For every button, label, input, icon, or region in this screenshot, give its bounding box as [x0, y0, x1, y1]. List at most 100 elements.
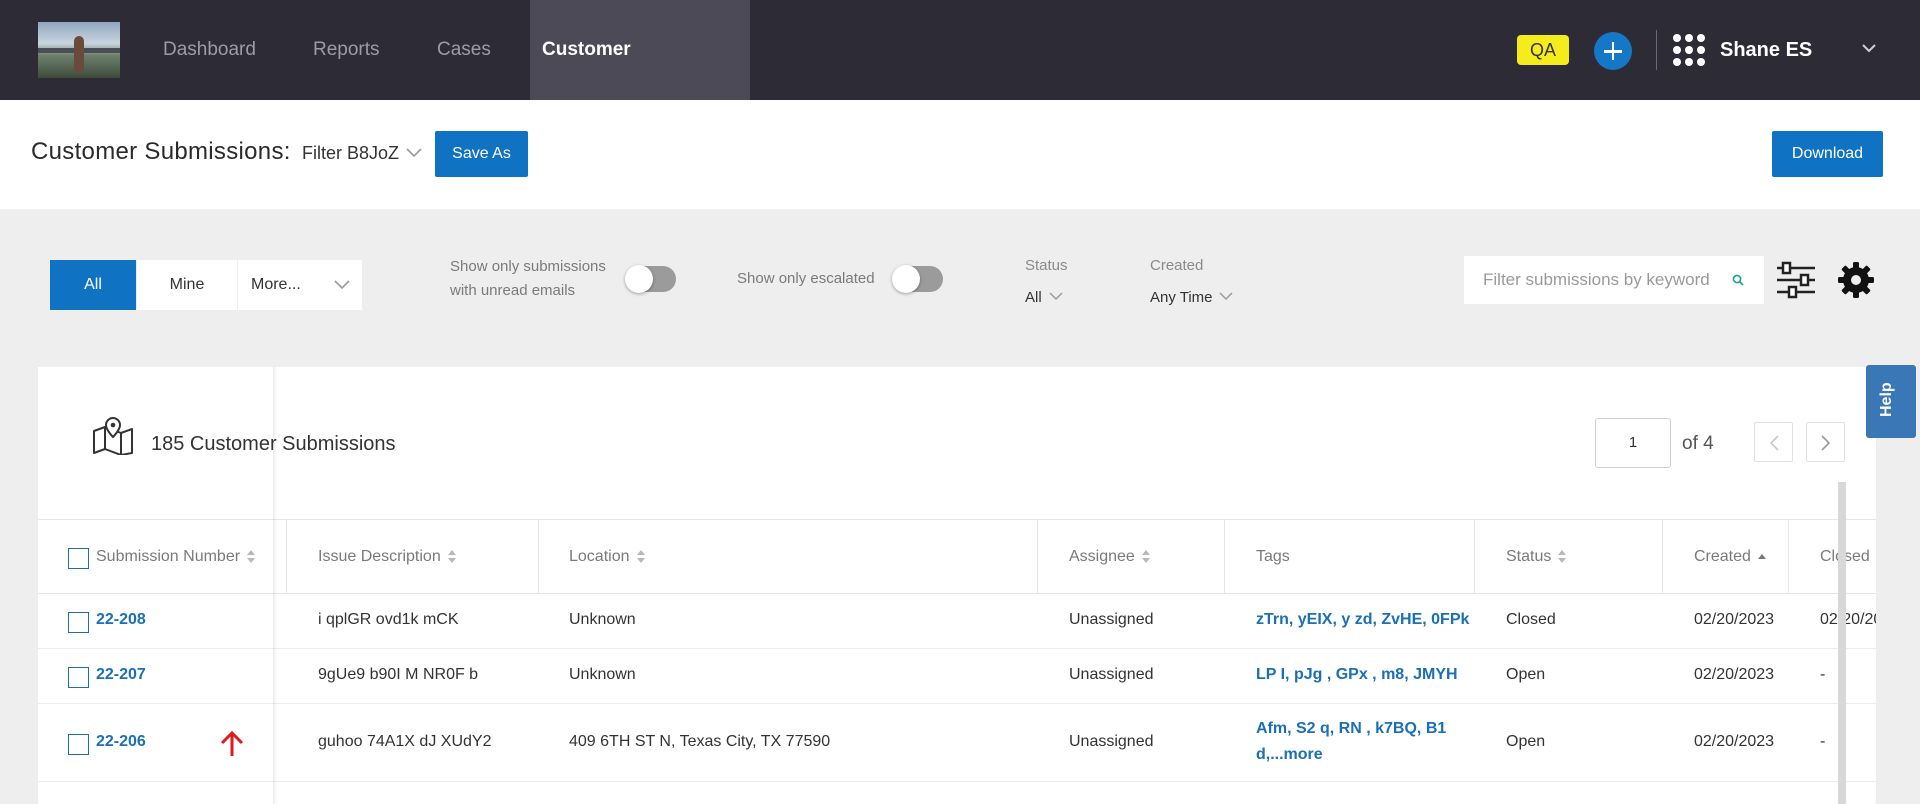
column-divider: [1474, 520, 1475, 594]
location: Unknown: [569, 611, 636, 628]
closed-date: -: [1820, 733, 1826, 750]
assignee: Unassigned: [1069, 666, 1154, 683]
chevron-down-icon: [334, 280, 350, 290]
assignee: Unassigned: [1069, 733, 1154, 750]
filter-mine-button[interactable]: Mine: [137, 260, 237, 310]
column-divider: [286, 520, 287, 594]
nav-divider: [1656, 30, 1657, 70]
submission-number-link[interactable]: 22-207: [96, 666, 146, 684]
created-date: 02/20/2023: [1694, 611, 1775, 628]
frozen-column-shadow: [273, 367, 277, 804]
row-checkbox[interactable]: [68, 612, 89, 633]
tags-line-1[interactable]: Afm, S2 q, RN , k7BQ, B1: [1256, 716, 1446, 742]
location: 409 6TH ST N, Texas City, TX 77590: [569, 733, 831, 750]
unread-toggle-label-line2: with unread emails: [450, 282, 576, 299]
col-created[interactable]: Created: [1694, 520, 1767, 594]
filter-more-label: More...: [251, 276, 301, 293]
table-row[interactable]: 22-206 guhoo 74A1X dJ XUdY2 409 6TH ST N…: [38, 704, 1876, 782]
map-pin-icon: [93, 417, 133, 455]
filter-all-button[interactable]: All: [50, 260, 136, 310]
search-input[interactable]: [1464, 256, 1724, 304]
apps-grid-icon[interactable]: [1673, 34, 1705, 66]
chevron-down-icon[interactable]: [1862, 41, 1876, 55]
tags-line-2-more-link[interactable]: d,...more: [1256, 742, 1323, 768]
tags[interactable]: zTrn, yEIX, y zd, ZvHE, 0FPk: [1256, 607, 1469, 633]
table-row[interactable]: 22-207 9gUe9 b90I M NR0F b Unknown Unass…: [38, 649, 1876, 704]
assignee: Unassigned: [1069, 611, 1154, 628]
tags[interactable]: LP I, pJg , GPx , m8, JMYH: [1256, 662, 1458, 688]
col-location[interactable]: Location: [569, 520, 646, 594]
sliders-icon[interactable]: [1776, 261, 1816, 299]
chevron-left-icon: [1769, 435, 1779, 451]
select-all-checkbox[interactable]: [68, 548, 89, 569]
gear-icon[interactable]: [1837, 261, 1875, 299]
location: Unknown: [569, 666, 636, 683]
created-filter-value[interactable]: Any Time: [1150, 289, 1213, 306]
nav-dashboard[interactable]: Dashboard: [163, 0, 256, 100]
status: Open: [1506, 733, 1546, 750]
next-page-button[interactable]: [1806, 422, 1845, 462]
chevron-right-icon: [1821, 435, 1831, 451]
issue-description: guhoo 74A1X dJ XUdY2: [318, 733, 492, 750]
nav-customer-submissions[interactable]: Customer Submissions: [530, 0, 750, 160]
col-assignee[interactable]: Assignee: [1069, 520, 1151, 594]
status: Open: [1506, 666, 1546, 683]
column-divider: [1224, 520, 1225, 594]
unread-emails-toggle[interactable]: [625, 265, 676, 293]
search-box: [1464, 256, 1764, 304]
closed-date: 02/20/20: [1820, 611, 1876, 628]
help-label: Help: [1878, 382, 1895, 417]
column-divider: [538, 520, 539, 594]
table-row[interactable]: 22-208 i qplGR ovd1k mCK Unknown Unassig…: [38, 594, 1876, 649]
page-title: Customer Submissions:: [31, 138, 291, 165]
submissions-card: 185 Customer Submissions 1 of 4 Submissi…: [38, 367, 1876, 804]
column-divider: [1037, 520, 1038, 594]
chevron-down-icon[interactable]: [1049, 292, 1063, 302]
nav-cases[interactable]: Cases: [437, 0, 491, 100]
table-horizontal-scrollbar[interactable]: [1838, 482, 1846, 804]
column-divider: [1662, 520, 1663, 594]
escalated-toggle-label: Show only escalated: [737, 270, 875, 287]
help-tab[interactable]: Help: [1866, 365, 1916, 438]
app-logo[interactable]: [38, 22, 120, 78]
created-filter-label: Created: [1150, 257, 1204, 274]
col-tags: Tags: [1256, 548, 1290, 565]
filter-more-dropdown[interactable]: More...: [238, 260, 362, 310]
status-filter-value[interactable]: All: [1025, 289, 1042, 306]
create-new-button[interactable]: [1594, 32, 1632, 70]
escalated-arrow-icon: [220, 730, 244, 756]
prev-page-button[interactable]: [1754, 422, 1793, 462]
table-header: Submission Number Issue Description Loca…: [38, 519, 1876, 594]
closed-date: -: [1820, 666, 1826, 683]
save-as-button[interactable]: Save As: [435, 131, 528, 177]
created-date: 02/20/2023: [1694, 733, 1775, 750]
nav-reports[interactable]: Reports: [313, 0, 380, 100]
status: Closed: [1506, 611, 1556, 628]
page-header: Customer Submissions: Filter B8JoZ Save …: [0, 100, 1920, 209]
issue-description: 9gUe9 b90I M NR0F b: [318, 666, 479, 683]
escalated-toggle[interactable]: [892, 265, 943, 293]
row-checkbox[interactable]: [68, 734, 89, 755]
top-nav: Dashboard Reports Cases Customer Submiss…: [0, 0, 1920, 160]
unread-toggle-label-line1: Show only submissions: [450, 258, 606, 275]
status-filter-label: Status: [1025, 257, 1068, 274]
submission-number-link[interactable]: 22-206: [96, 733, 146, 751]
issue-description: i qplGR ovd1k mCK: [318, 611, 459, 628]
col-submission-number[interactable]: Submission Number: [96, 520, 256, 594]
environment-badge: QA: [1517, 35, 1569, 65]
submission-number-link[interactable]: 22-208: [96, 611, 146, 629]
search-icon[interactable]: [1732, 274, 1744, 286]
chevron-down-icon[interactable]: [1219, 292, 1233, 302]
table-row-partial[interactable]: [38, 782, 1876, 804]
page-total: of 4: [1682, 433, 1714, 454]
chevron-down-icon[interactable]: [406, 147, 422, 159]
col-issue-description[interactable]: Issue Description: [318, 520, 457, 594]
saved-filter-name[interactable]: Filter B8JoZ: [302, 143, 399, 164]
user-name[interactable]: Shane ES: [1720, 0, 1812, 100]
download-button[interactable]: Download: [1772, 131, 1883, 177]
row-checkbox[interactable]: [68, 667, 89, 688]
page-number-input[interactable]: 1: [1595, 418, 1671, 468]
column-divider: [1788, 520, 1789, 594]
created-date: 02/20/2023: [1694, 666, 1775, 683]
col-status[interactable]: Status: [1506, 520, 1567, 594]
